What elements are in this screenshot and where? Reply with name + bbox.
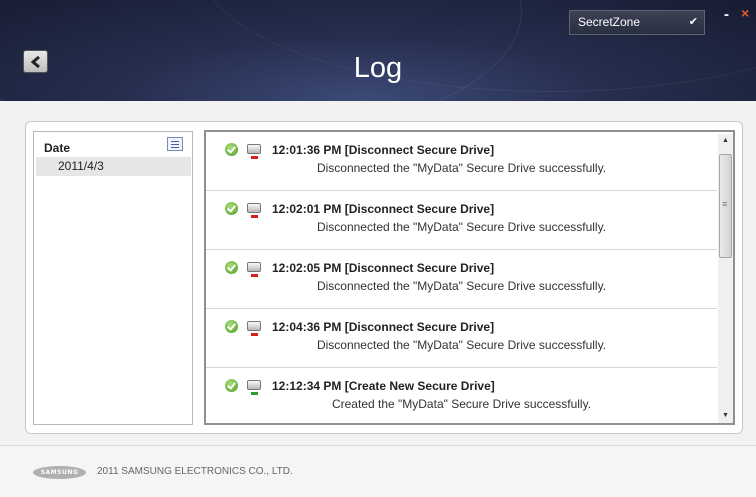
log-entry[interactable]: 12:02:05 PM [Disconnect Secure Drive] Di… [206, 250, 717, 309]
log-entry[interactable]: 12:04:36 PM [Disconnect Secure Drive] Di… [206, 309, 717, 368]
check-icon [225, 202, 238, 215]
log-entry-description: Disconnected the "MyData" Secure Drive s… [316, 279, 607, 293]
chevron-down-icon: ✔ [688, 16, 698, 28]
log-entry-title: 12:02:05 PM [Disconnect Secure Drive] [272, 261, 495, 275]
check-icon [225, 261, 238, 274]
log-entry-description: Created the "MyData" Secure Drive succes… [331, 397, 592, 411]
date-item[interactable]: 2011/4/3 [36, 157, 191, 176]
minimize-button[interactable]: - [724, 6, 729, 23]
zone-select[interactable]: SecretZone ✔ [569, 10, 705, 35]
log-entry[interactable]: 12:02:01 PM [Disconnect Secure Drive] Di… [206, 191, 717, 250]
scroll-up-arrow-icon[interactable]: ▲ [718, 134, 733, 148]
drive-disconnect-icon [247, 144, 261, 159]
samsung-logo: SAMSUNG [33, 466, 86, 479]
footer: SAMSUNG 2011 SAMSUNG ELECTRONICS CO., LT… [0, 446, 756, 497]
log-entry[interactable]: 12:01:36 PM [Disconnect Secure Drive] Di… [206, 132, 717, 191]
date-column-header: Date [44, 141, 71, 155]
close-button[interactable]: × [741, 5, 749, 21]
log-entry-description: Disconnected the "MyData" Secure Drive s… [316, 220, 607, 234]
log-entry[interactable]: 12:12:34 PM [Create New Secure Drive] Cr… [206, 368, 717, 423]
copyright-text: 2011 SAMSUNG ELECTRONICS CO., LTD. [97, 466, 293, 477]
drive-disconnect-icon [247, 321, 261, 336]
scroll-down-arrow-icon[interactable]: ▼ [718, 409, 733, 423]
log-list: 12:01:36 PM [Disconnect Secure Drive] Di… [204, 130, 735, 425]
log-entry-title: 12:04:36 PM [Disconnect Secure Drive] [272, 320, 495, 334]
date-list: Date 2011/4/3 [33, 131, 193, 425]
log-entry-description: Disconnected the "MyData" Secure Drive s… [316, 338, 607, 352]
app-header: Log SecretZone ✔ - × [0, 0, 756, 101]
log-entry-description: Disconnected the "MyData" Secure Drive s… [316, 161, 607, 175]
drive-disconnect-icon [247, 203, 261, 218]
check-icon [225, 320, 238, 333]
page-title: Log [353, 52, 403, 84]
log-entry-title: 12:02:01 PM [Disconnect Secure Drive] [272, 202, 495, 216]
zone-select-value: SecretZone [578, 15, 641, 29]
drive-disconnect-icon [247, 262, 261, 277]
list-view-icon[interactable] [167, 137, 183, 151]
drive-create-icon [247, 380, 261, 395]
log-entry-title: 12:12:34 PM [Create New Secure Drive] [272, 379, 495, 393]
check-icon [225, 379, 238, 392]
log-scrollbar[interactable]: ▲ ▼ [718, 134, 733, 423]
scrollbar-thumb[interactable] [719, 154, 732, 258]
log-entry-title: 12:01:36 PM [Disconnect Secure Drive] [272, 143, 495, 157]
check-icon [225, 143, 238, 156]
